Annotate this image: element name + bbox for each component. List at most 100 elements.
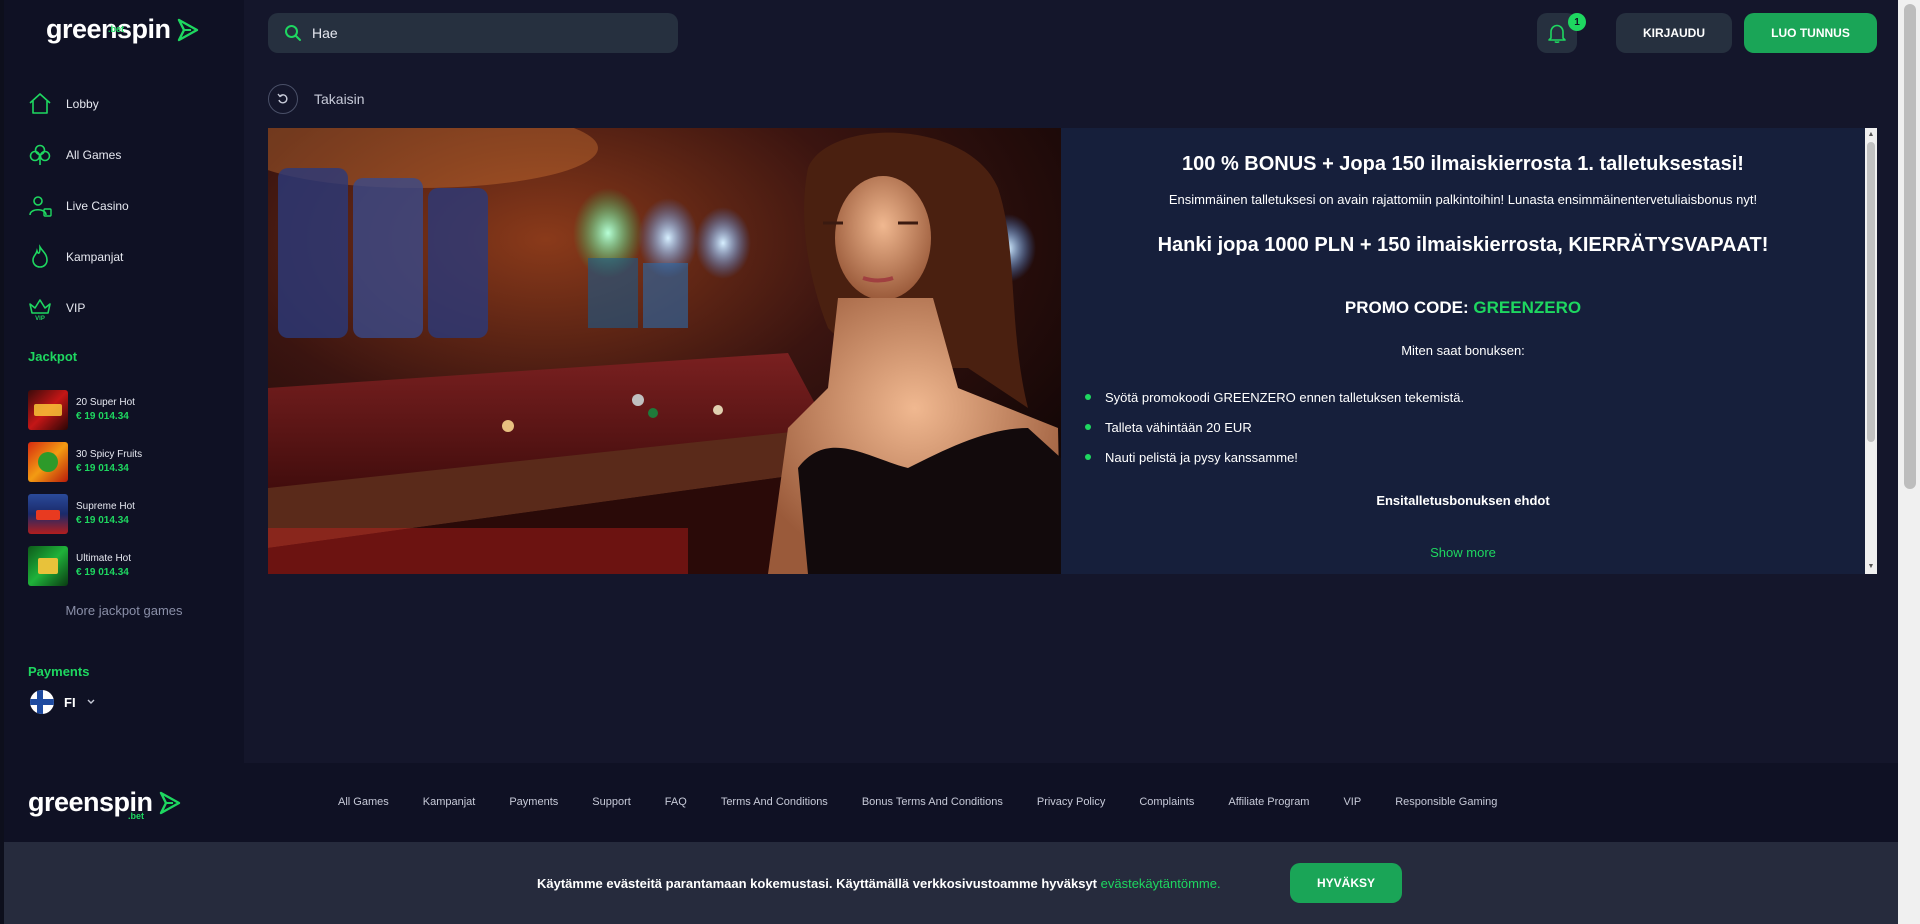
promo-title: 100 % BONUS + Jopa 150 ilmaiskierrosta 1… — [1182, 153, 1744, 175]
sidebar-item-label: Live Casino — [66, 198, 129, 213]
cookie-message: Käytämme evästeitä parantamaan kokemusta… — [537, 876, 1221, 891]
jackpot-title: Jackpot — [28, 349, 78, 364]
footer-link-bonus-terms[interactable]: Bonus Terms And Conditions — [862, 796, 1003, 808]
page-scrollbar[interactable] — [1898, 0, 1920, 924]
promo-banner-image — [268, 128, 1061, 574]
footer-link-vip[interactable]: VIP — [1343, 796, 1361, 808]
footer-link-kampanjat[interactable]: Kampanjat — [423, 796, 476, 808]
promo-code: GREENZERO — [1473, 298, 1582, 317]
footer-link-faq[interactable]: FAQ — [665, 796, 687, 808]
sidebar-item-live-casino[interactable]: Live Casino — [26, 180, 236, 231]
sidebar-item-all-games[interactable]: All Games — [26, 129, 236, 180]
footer-link-terms[interactable]: Terms And Conditions — [721, 796, 828, 808]
list-item: Syötä promokoodi GREENZERO ennen talletu… — [1085, 382, 1464, 412]
sidebar-item-label: All Games — [66, 147, 122, 162]
sidebar: greenspin .bet Lobby All Games Live Casi… — [4, 0, 244, 763]
sidebar-item-vip[interactable]: VIP VIP — [26, 282, 236, 333]
bell-icon — [1548, 24, 1566, 44]
promo-steps-list: Syötä promokoodi GREENZERO ennen talletu… — [1085, 382, 1464, 472]
footer-link-support[interactable]: Support — [592, 796, 631, 808]
accept-cookies-button[interactable]: HYVÄKSY — [1290, 863, 1402, 903]
jackpot-game-item[interactable]: 20 Super Hot € 19 014.34 — [28, 384, 228, 436]
promo-terms-title: Ensitalletusbonuksen ehdot — [1376, 493, 1550, 508]
jackpot-game-name: 20 Super Hot — [76, 397, 135, 408]
show-more-link[interactable]: Show more — [1061, 545, 1865, 560]
scroll-down-arrow-icon[interactable]: ▼ — [1867, 562, 1875, 572]
sidebar-item-label: Lobby — [66, 96, 99, 111]
logo-mark-icon — [159, 791, 180, 814]
search-input[interactable] — [312, 25, 652, 41]
footer-logo[interactable]: greenspin .bet — [28, 789, 183, 821]
game-thumbnail — [28, 390, 68, 430]
vip-crown-icon: VIP — [26, 294, 54, 322]
login-button[interactable]: KIRJAUDU — [1616, 13, 1732, 53]
list-item: Talleta vähintään 20 EUR — [1085, 412, 1464, 442]
search-bar[interactable] — [268, 13, 678, 53]
jackpot-amount: € 19 014.34 — [76, 515, 129, 526]
scrollbar-thumb[interactable] — [1904, 4, 1916, 489]
footer-link-privacy[interactable]: Privacy Policy — [1037, 796, 1105, 808]
footer: greenspin .bet All Games Kampanjat Payme… — [4, 763, 1898, 842]
step-text: Nauti pelistä ja pysy kanssamme! — [1105, 449, 1298, 465]
step-text: Talleta vähintään 20 EUR — [1105, 419, 1252, 435]
promo-details-panel: 100 % BONUS + Jopa 150 ilmaiskierrosta 1… — [1061, 128, 1877, 574]
jackpot-game-name: 30 Spicy Fruits — [76, 449, 143, 460]
register-button[interactable]: LUO TUNNUS — [1744, 13, 1877, 53]
scroll-up-arrow-icon[interactable]: ▲ — [1867, 130, 1875, 140]
payments-title: Payments — [28, 664, 90, 679]
sidebar-item-label: VIP — [66, 300, 86, 315]
logo-mark-icon — [177, 18, 198, 41]
live-dealer-icon — [26, 192, 54, 220]
bullet-icon — [1085, 394, 1091, 400]
footer-link-all-games[interactable]: All Games — [338, 796, 389, 808]
chevron-down-icon — [87, 699, 95, 704]
home-icon — [26, 90, 54, 118]
jackpot-game-item[interactable]: 30 Spicy Fruits € 19 014.34 — [28, 436, 228, 488]
footer-links: All Games Kampanjat Payments Support FAQ… — [338, 796, 1497, 808]
cookie-text: Käytämme evästeitä parantamaan kokemusta… — [537, 876, 1101, 891]
logo-tld: .bet — [128, 811, 145, 821]
scrollbar-thumb[interactable] — [1867, 142, 1875, 442]
logo-tld: .bet — [108, 24, 125, 34]
back-button[interactable]: Takaisin — [268, 84, 365, 114]
notification-badge: 1 — [1568, 13, 1586, 31]
cookie-banner: Käytämme evästeitä parantamaan kokemusta… — [4, 842, 1898, 924]
promo-how-title: Miten saat bonuksen: — [1401, 343, 1525, 358]
footer-link-complaints[interactable]: Complaints — [1139, 796, 1194, 808]
footer-link-responsible-gaming[interactable]: Responsible Gaming — [1395, 796, 1497, 808]
jackpot-amount: € 19 014.34 — [76, 463, 129, 474]
jackpot-game-item[interactable]: Supreme Hot € 19 014.34 — [28, 488, 228, 540]
clover-icon — [26, 141, 54, 169]
bullet-icon — [1085, 454, 1091, 460]
sidebar-nav: Lobby All Games Live Casino Kampanjat VI… — [26, 78, 236, 333]
jackpot-list: 20 Super Hot € 19 014.34 30 Spicy Fruits… — [28, 384, 228, 592]
svg-text:VIP: VIP — [35, 316, 45, 321]
jackpot-game-item[interactable]: Ultimate Hot € 19 014.34 — [28, 540, 228, 592]
search-icon — [285, 25, 301, 41]
jackpot-amount: € 19 014.34 — [76, 567, 129, 578]
more-jackpot-games-link[interactable]: More jackpot games — [4, 603, 244, 618]
cookie-policy-link[interactable]: evästekäytäntömme. — [1101, 876, 1221, 891]
jackpot-game-name: Supreme Hot — [76, 501, 135, 512]
jackpot-game-name: Ultimate Hot — [76, 553, 132, 564]
sidebar-item-kampanjat[interactable]: Kampanjat — [26, 231, 236, 282]
panel-scrollbar[interactable]: ▲ ▼ — [1865, 128, 1877, 574]
game-thumbnail — [28, 494, 68, 534]
list-item: Nauti pelistä ja pysy kanssamme! — [1085, 442, 1464, 472]
footer-link-affiliate[interactable]: Affiliate Program — [1228, 796, 1309, 808]
step-text: Syötä promokoodi GREENZERO ennen talletu… — [1105, 389, 1465, 405]
sidebar-item-label: Kampanjat — [66, 249, 124, 264]
sidebar-item-lobby[interactable]: Lobby — [26, 78, 236, 129]
game-thumbnail — [28, 442, 68, 482]
jackpot-amount: € 19 014.34 — [76, 411, 129, 422]
promo-code-line: PROMO CODE: GREENZERO — [1061, 298, 1865, 318]
promo-subtitle: Ensimmäinen talletuksesi on avain rajatt… — [1168, 192, 1758, 207]
flame-icon — [26, 243, 54, 271]
language-code: FI — [64, 694, 76, 710]
promo-offer-title: Hanki jopa 1000 PLN + 150 ilmaiskierrost… — [1157, 234, 1769, 256]
promo-code-label: PROMO CODE: — [1344, 298, 1469, 317]
footer-link-payments[interactable]: Payments — [509, 796, 558, 808]
language-selector[interactable]: FI — [30, 690, 96, 714]
game-thumbnail — [28, 546, 68, 586]
finland-flag-icon — [30, 690, 54, 714]
